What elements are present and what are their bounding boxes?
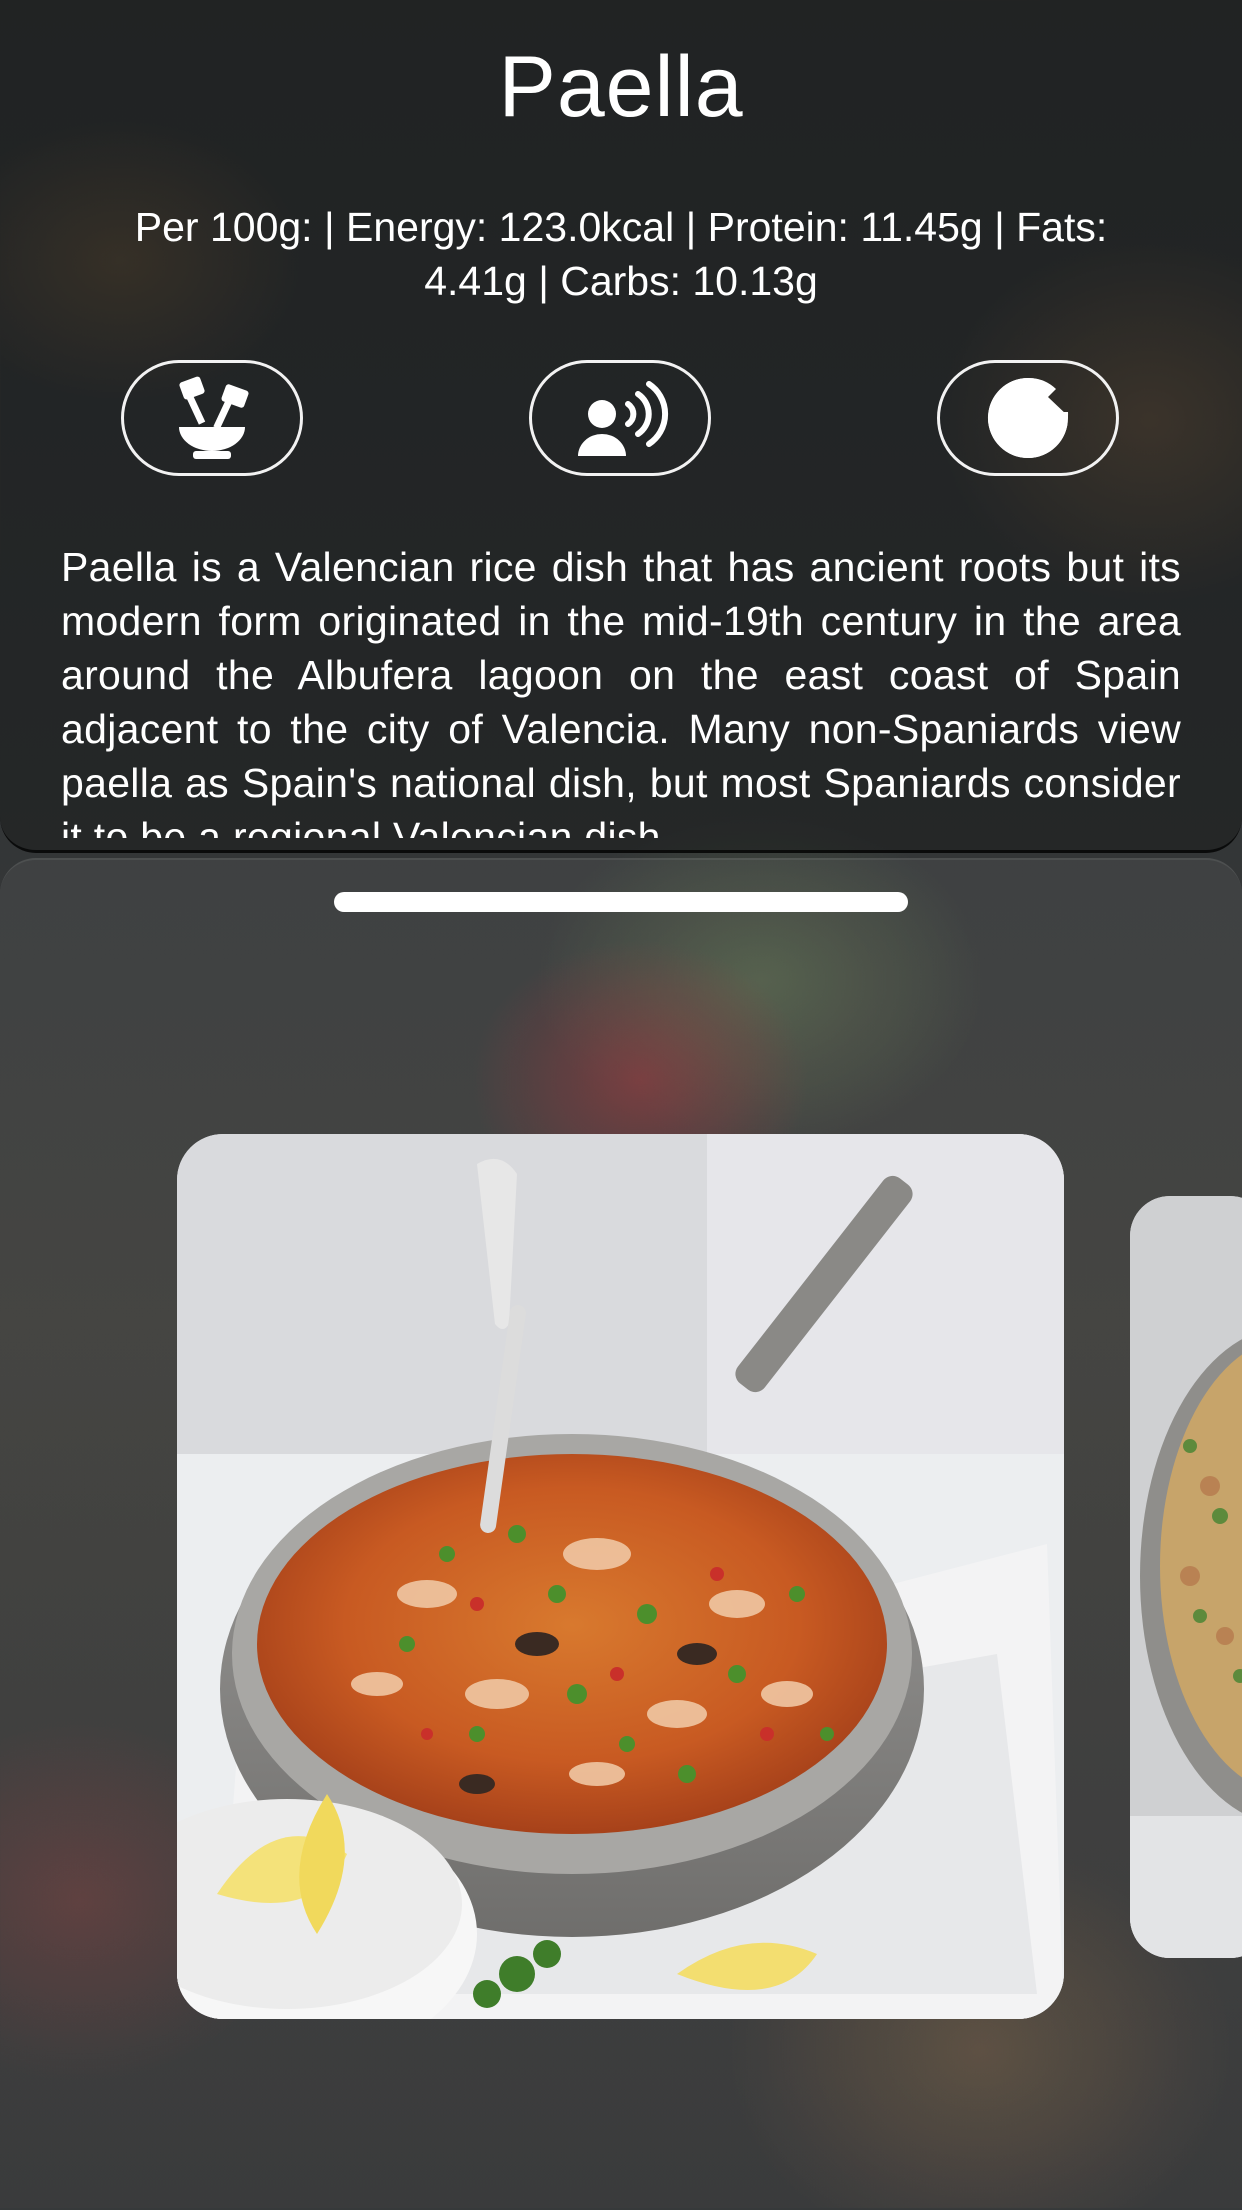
next-paella-image <box>1130 1196 1242 1958</box>
description-scroll[interactable]: Paella is a Valencian rice dish that has… <box>61 540 1181 838</box>
read-aloud-button[interactable] <box>529 360 711 476</box>
nutrition-info: Per 100g: | Energy: 123.0kcal | Protein:… <box>134 204 1108 304</box>
recipe-description: Paella is a Valencian rice dish that has… <box>61 544 1181 838</box>
speaker-voice-icon <box>578 381 669 456</box>
recipe-info-panel: Paella Per 100g: | Energy: 123.0kcal | P… <box>0 0 1242 853</box>
mortar-pestle-icon <box>179 376 249 459</box>
google-icon <box>987 377 1069 458</box>
recipe-title: Paella <box>498 39 744 135</box>
ingredients-button[interactable] <box>121 360 303 476</box>
google-search-button[interactable] <box>937 360 1119 476</box>
next-photo[interactable] <box>1130 1196 1242 1958</box>
paella-photo[interactable] <box>177 1134 1064 2019</box>
paella-image <box>177 1134 1064 2019</box>
drag-handle[interactable] <box>334 892 908 912</box>
